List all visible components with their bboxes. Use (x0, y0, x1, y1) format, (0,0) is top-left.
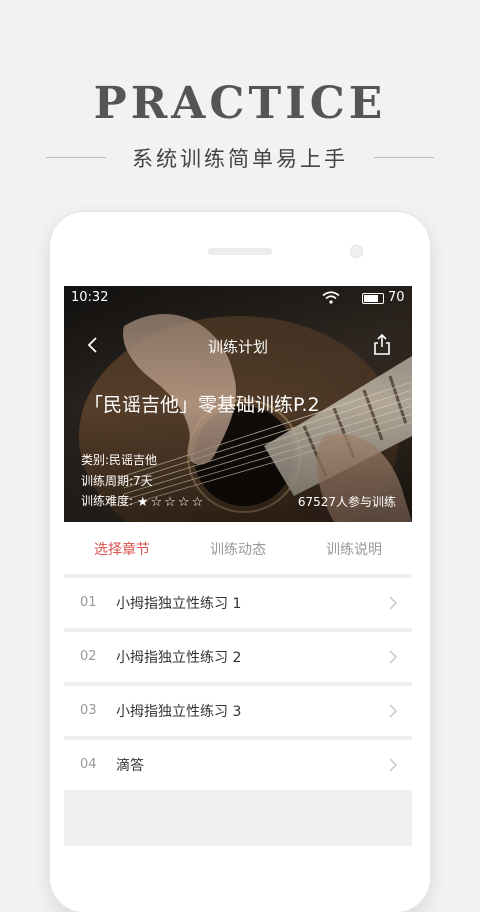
course-difficulty: 训练难度: ★☆☆☆☆ (81, 492, 205, 510)
course-hero: 10:32 70 训练计划 「民谣吉他」零基础训练P.2 类别:民谣吉他 训练周… (64, 286, 412, 522)
promo-subtitle-row: 系统训练简单易上手 (0, 143, 480, 173)
chapter-title: 小拇指独立性练习 2 (116, 650, 242, 666)
status-bar: 10:32 70 (64, 286, 412, 310)
wifi-icon (322, 291, 340, 304)
nav-bar: 训练计划 (64, 330, 412, 360)
chevron-right-icon (389, 650, 398, 664)
chevron-right-icon (389, 704, 398, 718)
status-time: 10:32 (71, 290, 109, 305)
chapter-number: 03 (80, 703, 97, 718)
phone-camera (350, 245, 363, 258)
promo-subtitle: 系统训练简单易上手 (132, 147, 348, 171)
chapter-title: 滴答 (116, 758, 144, 774)
chapter-row[interactable]: 02 小拇指独立性练习 2 (64, 632, 412, 682)
phone-frame: 10:32 70 训练计划 「民谣吉他」零基础训练P.2 类别:民谣吉他 训练周… (50, 212, 430, 912)
tab-bar: 选择章节 训练动态 训练说明 (64, 522, 412, 574)
course-category: 类别:民谣吉他 (81, 453, 158, 467)
phone-speaker (208, 248, 272, 255)
difficulty-label: 训练难度: (81, 494, 134, 508)
battery-level: 70 (388, 290, 405, 305)
course-period: 训练周期:7天 (81, 474, 153, 488)
promo-title: PRACTICE (93, 78, 387, 129)
app-screen: 10:32 70 训练计划 「民谣吉他」零基础训练P.2 类别:民谣吉他 训练周… (64, 286, 412, 846)
chapter-row[interactable]: 04 滴答 (64, 740, 412, 790)
chapter-number: 04 (80, 757, 97, 772)
tab-chapters[interactable]: 选择章节 (64, 539, 180, 559)
participant-count: 67527人参与训练 (297, 495, 396, 509)
chapter-number: 02 (80, 649, 97, 664)
chapter-list: 01 小拇指独立性练习 1 02 小拇指独立性练习 2 03 小拇指独立性练习 … (64, 578, 412, 794)
chapter-title: 小拇指独立性练习 3 (116, 704, 242, 720)
battery-icon (362, 293, 384, 304)
chevron-right-icon (389, 758, 398, 772)
difficulty-stars: ★☆☆☆☆ (136, 495, 206, 510)
tab-instructions[interactable]: 训练说明 (296, 539, 412, 559)
chapter-row[interactable]: 03 小拇指独立性练习 3 (64, 686, 412, 736)
chapter-row[interactable]: 01 小拇指独立性练习 1 (64, 578, 412, 628)
chapter-number: 01 (80, 595, 97, 610)
chevron-right-icon (389, 596, 398, 610)
promo-divider-right (374, 157, 434, 158)
nav-title: 训练计划 (207, 338, 268, 356)
chapter-title: 小拇指独立性练习 1 (116, 596, 242, 612)
share-icon[interactable] (369, 332, 395, 358)
course-title: 「民谣吉他」零基础训练P.2 (84, 394, 320, 416)
tab-activity[interactable]: 训练动态 (180, 539, 296, 559)
